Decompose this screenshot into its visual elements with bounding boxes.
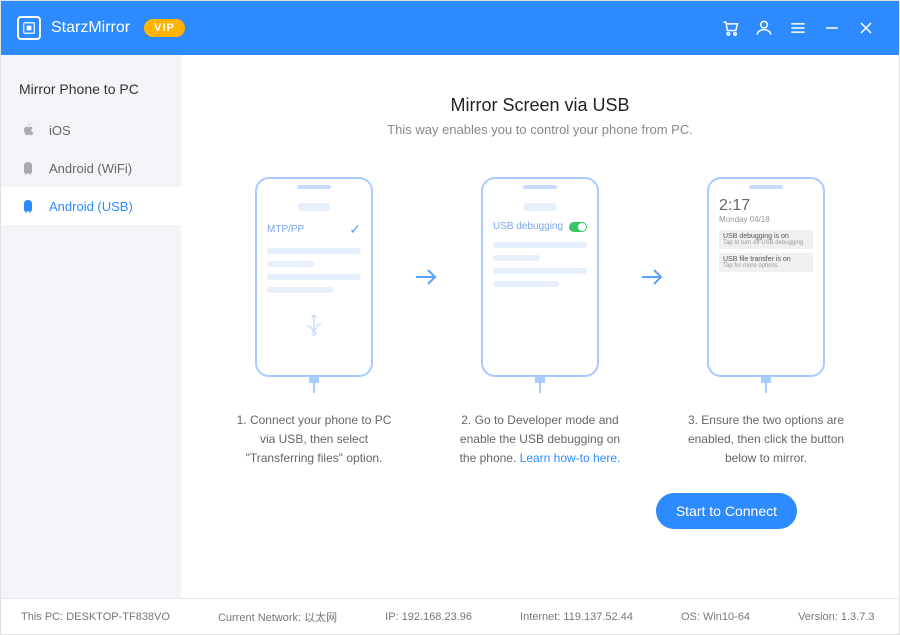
menu-icon[interactable] <box>781 11 815 45</box>
page-subtitle: This way enables you to control your pho… <box>211 122 869 137</box>
cable-icon <box>308 375 320 393</box>
app-window: StarzMirror VIP Mirror Phone to PC iOS <box>0 0 900 635</box>
status-version: Version: 1.3.7.3 <box>798 611 874 623</box>
close-button[interactable] <box>849 11 883 45</box>
main-panel: Mirror Screen via USB This way enables y… <box>181 55 899 598</box>
steps-row: MTP/PP ✓ 1. Connect your phone to PC via… <box>211 177 869 469</box>
android-icon <box>19 197 37 215</box>
phone-illustration-1: MTP/PP ✓ <box>255 177 373 377</box>
status-bar: This PC: DESKTOP-TF838VO Current Network… <box>1 598 899 634</box>
minimize-button[interactable] <box>815 11 849 45</box>
android-icon <box>19 159 37 177</box>
sidebar-item-android-wifi[interactable]: Android (WiFi) <box>1 149 181 187</box>
phone3-date: Monday 04/18 <box>719 215 813 224</box>
arrow-icon <box>640 177 666 377</box>
sidebar-item-ios[interactable]: iOS <box>1 111 181 149</box>
status-pc: This PC: DESKTOP-TF838VO <box>21 611 170 623</box>
arrow-icon <box>414 177 440 377</box>
apple-icon <box>19 121 37 139</box>
sidebar-item-label: Android (WiFi) <box>49 161 132 176</box>
cart-icon[interactable] <box>713 11 747 45</box>
cable-icon <box>534 375 546 393</box>
phone3-notification: USB file transfer is on Tap for more opt… <box>719 253 813 272</box>
vip-badge: VIP <box>144 19 185 37</box>
step-2-text: 2. Go to Developer mode and enable the U… <box>450 411 630 469</box>
phone-illustration-3: 2:17 Monday 04/18 USB debugging is on Ta… <box>707 177 825 377</box>
app-logo-icon <box>17 16 41 40</box>
status-ip: IP: 192.168.23.96 <box>385 611 472 623</box>
sidebar: Mirror Phone to PC iOS Android (WiFi) An… <box>1 55 181 598</box>
app-name: StarzMirror <box>51 19 130 37</box>
step-2: USB debugging 2. Go to Developer mode an… <box>450 177 630 469</box>
step-1-text: 1. Connect your phone to PC via USB, the… <box>224 411 404 469</box>
page-title: Mirror Screen via USB <box>211 95 869 116</box>
status-internet: Internet: 119.137.52.44 <box>520 611 633 623</box>
user-icon[interactable] <box>747 11 781 45</box>
phone3-time: 2:17 <box>719 197 813 215</box>
sidebar-item-android-usb[interactable]: Android (USB) <box>1 187 181 225</box>
phone-illustration-2: USB debugging <box>481 177 599 377</box>
cable-icon <box>760 375 772 393</box>
status-network: Current Network: 以太网 <box>218 609 337 625</box>
learn-how-link[interactable]: Learn how-to here. <box>520 451 621 465</box>
status-os: OS: Win10-64 <box>681 611 750 623</box>
step-3-text: 3. Ensure the two options are enabled, t… <box>676 411 856 469</box>
check-icon: ✓ <box>349 221 361 238</box>
sidebar-title: Mirror Phone to PC <box>1 75 181 111</box>
sidebar-item-label: Android (USB) <box>49 199 133 214</box>
phone3-notification: USB debugging is on Tap to turn off USB … <box>719 230 813 249</box>
toggle-on-icon <box>569 222 587 232</box>
start-connect-button[interactable]: Start to Connect <box>656 493 797 529</box>
phone1-label: MTP/PP <box>267 224 304 235</box>
titlebar: StarzMirror VIP <box>1 1 899 55</box>
phone2-label: USB debugging <box>493 221 563 232</box>
step-1: MTP/PP ✓ 1. Connect your phone to PC via… <box>224 177 404 469</box>
sidebar-item-label: iOS <box>49 123 71 138</box>
body: Mirror Phone to PC iOS Android (WiFi) An… <box>1 55 899 598</box>
usb-icon <box>267 313 361 343</box>
step-3: 2:17 Monday 04/18 USB debugging is on Ta… <box>676 177 856 469</box>
